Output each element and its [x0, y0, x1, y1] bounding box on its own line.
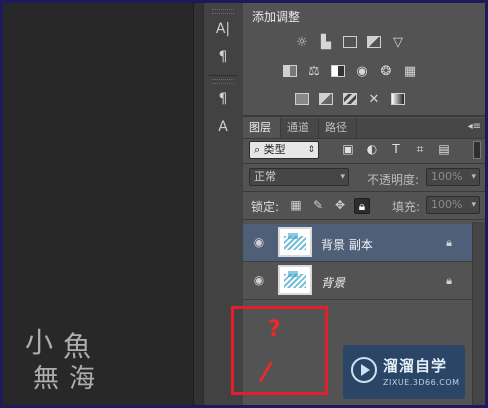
layer-filter-select[interactable]: ⌕ 类型 ⇕ [249, 141, 319, 159]
panel-divider [243, 163, 485, 164]
lock-brush-icon[interactable]: ✎ [311, 198, 325, 212]
search-icon: ⌕ [254, 143, 264, 156]
chevron-down-icon: ▾ [471, 200, 476, 210]
play-icon [351, 357, 377, 383]
tab-paths[interactable]: 路径 [319, 118, 357, 138]
filter-smart-object-icon[interactable]: ▤ [437, 142, 451, 156]
gradient-map-icon[interactable] [389, 91, 407, 107]
watermark-char: 小 [25, 326, 54, 359]
watermark-url: ZIXUE.3D66.COM [383, 378, 460, 387]
layer-thumbnail [278, 227, 312, 257]
tab-channels[interactable]: 通道 [281, 118, 319, 138]
opacity-label: 不透明度: [367, 173, 420, 187]
selective-color-icon[interactable]: ✕ [365, 91, 383, 107]
character-panel-icon[interactable]: A| [210, 17, 236, 41]
opacity-value: 100% [431, 170, 463, 183]
watermark-logo: 溜溜自学 ZIXUE.3D66.COM [343, 345, 465, 399]
watermark-char: 無 [33, 364, 60, 394]
photo-filter-icon[interactable]: ◉ [353, 63, 371, 79]
select-arrows-icon: ⇕ [307, 145, 315, 155]
lock-icon: 🔒︎ [446, 236, 452, 249]
fill-label: 填充: [392, 200, 421, 214]
curves-icon[interactable] [341, 34, 359, 50]
panel-divider [243, 191, 485, 192]
photoshop-window: A| ¶ ¶ A 添加调整 ☼ ▙ ▽ ⚖ ◉ ❂ ▦ ✕ 图层 通道 路径 ◂… [3, 3, 485, 405]
tab-layers[interactable]: 图层 [243, 118, 281, 138]
watermark-brand: 溜溜自学 [383, 357, 448, 375]
exposure-icon[interactable] [365, 34, 383, 50]
lock-icon: 🔒︎ [446, 274, 452, 287]
filter-type-icon[interactable]: T [389, 142, 403, 156]
fill-field[interactable]: 100% ▾ [426, 196, 480, 214]
chevron-down-icon: ▾ [471, 172, 476, 182]
layers-tab-bar: 图层 通道 路径 ◂≡ [243, 118, 485, 139]
vibrance-icon[interactable]: ▽ [389, 34, 407, 50]
blend-mode-select[interactable]: 正常 ▾ [249, 168, 349, 186]
annotation-question-mark: ? [268, 317, 281, 342]
color-balance-icon[interactable]: ⚖ [305, 63, 323, 79]
strip-grip[interactable] [212, 79, 234, 84]
panel-divider [243, 115, 485, 117]
eye-icon[interactable]: ◉ [251, 273, 267, 287]
filter-pixel-icon[interactable]: ▣ [341, 142, 355, 156]
layer-row-background[interactable]: ◉ 背景 🔒︎ [243, 262, 472, 300]
brightness-contrast-icon[interactable]: ☼ [293, 34, 311, 50]
panel-menu-icon[interactable]: ◂≡ [468, 121, 481, 132]
layer-row-background-copy[interactable]: ◉ 背景 副本 🔒︎ [243, 224, 472, 262]
lock-all-icon[interactable]: 🔒︎ [354, 198, 370, 214]
lock-position-icon[interactable]: ✥ [333, 198, 347, 212]
filter-kind-label: 类型 [263, 143, 286, 156]
panel-divider [243, 219, 485, 220]
posterize-icon[interactable] [317, 91, 335, 107]
color-lookup-icon[interactable]: ▦ [401, 63, 419, 79]
character-styles-icon[interactable]: A [210, 115, 236, 139]
layer-thumbnail [278, 265, 312, 295]
lock-label: 锁定: [251, 200, 280, 214]
screenshot-root: A| ¶ ¶ A 添加调整 ☼ ▙ ▽ ⚖ ◉ ❂ ▦ ✕ 图层 通道 路径 ◂… [0, 0, 488, 408]
channel-mixer-icon[interactable]: ❂ [377, 63, 395, 79]
black-white-icon[interactable] [329, 63, 347, 79]
hue-saturation-icon[interactable] [281, 63, 299, 79]
fill-value: 100% [431, 198, 463, 211]
paragraph-styles-icon[interactable]: ¶ [210, 87, 236, 111]
filter-toggle[interactable] [473, 141, 481, 159]
threshold-icon[interactable] [341, 91, 359, 107]
paragraph-panel-icon[interactable]: ¶ [210, 45, 236, 69]
watermark-char: 海 [69, 364, 96, 394]
filter-shape-icon[interactable]: ⌗ [413, 142, 427, 156]
blend-mode-value: 正常 [254, 170, 276, 183]
strip-grip[interactable] [212, 9, 234, 14]
opacity-field[interactable]: 100% ▾ [426, 168, 480, 186]
strip-divider [208, 75, 238, 76]
layer-name: 背景 副本 [321, 238, 373, 252]
layers-scrollbar[interactable] [472, 222, 485, 405]
lock-transparent-icon[interactable]: ▦ [289, 198, 303, 212]
levels-icon[interactable]: ▙ [317, 34, 335, 50]
adjustments-title: 添加调整 [252, 10, 301, 24]
invert-icon[interactable] [293, 91, 311, 107]
filter-adjustment-icon[interactable]: ◐ [365, 142, 379, 156]
layer-name: 背景 [321, 276, 346, 290]
eye-icon[interactable]: ◉ [251, 235, 267, 249]
chevron-down-icon: ▾ [340, 172, 345, 182]
